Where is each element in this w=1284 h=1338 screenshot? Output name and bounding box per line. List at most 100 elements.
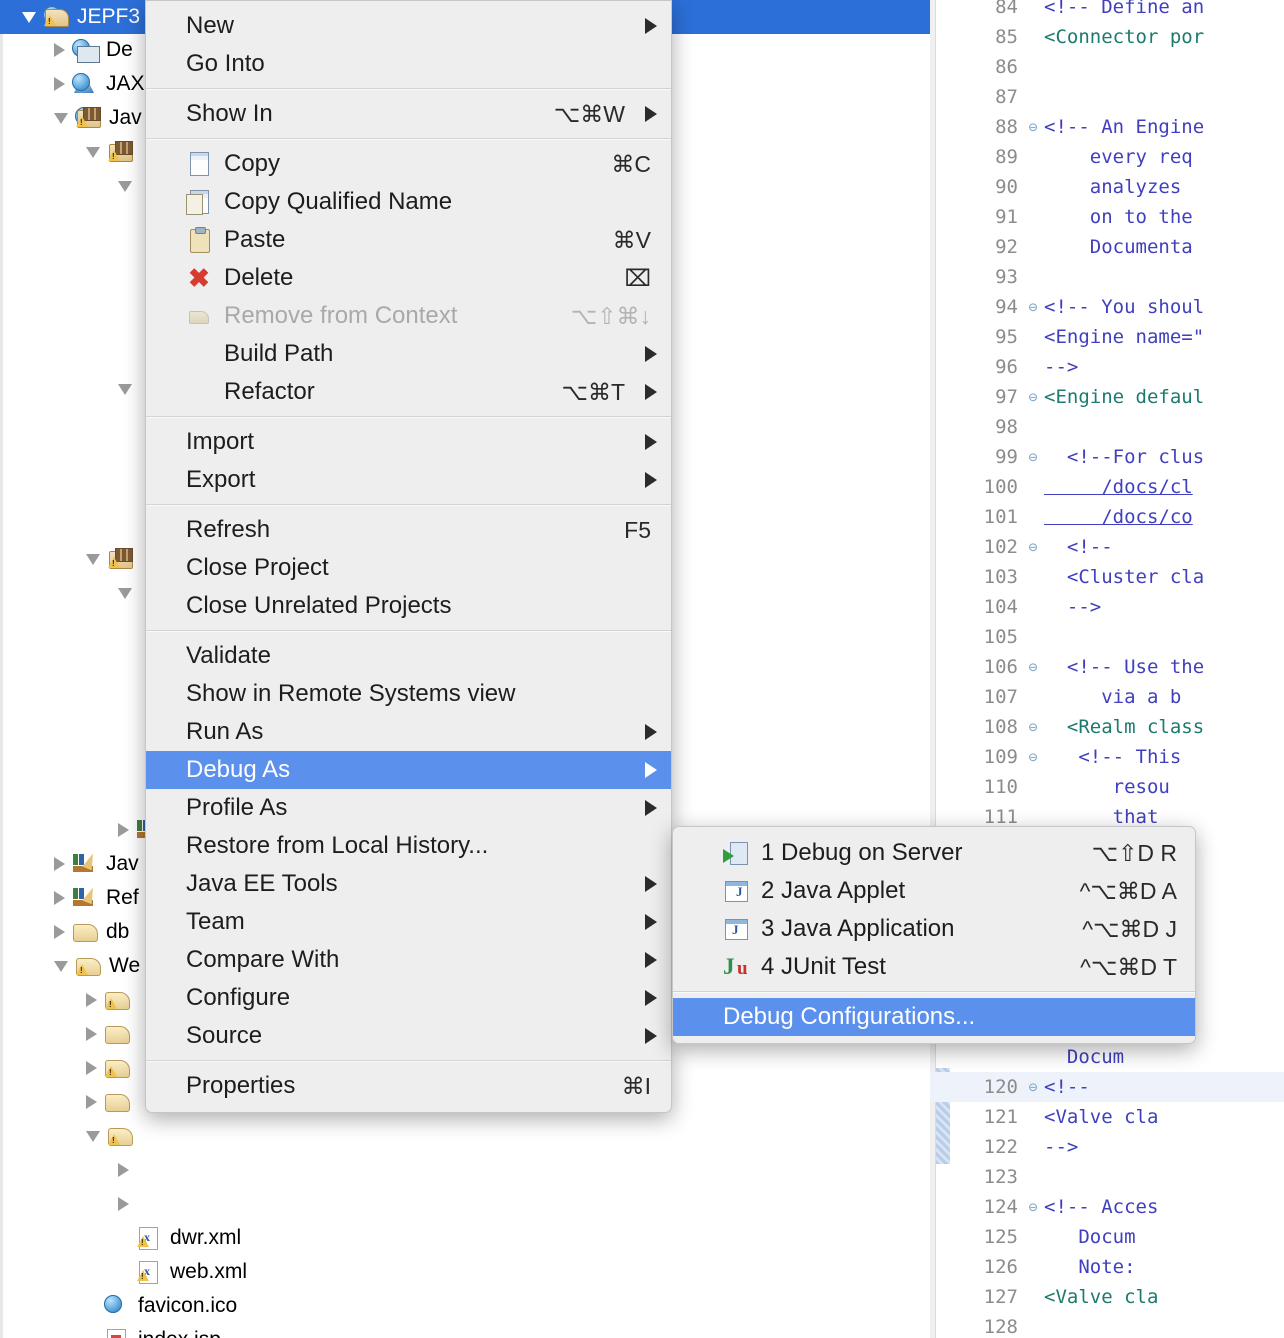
fold-collapse-icon[interactable]: ⊖ [1022,118,1044,136]
code-line[interactable]: 126 Note: [930,1252,1284,1282]
tree-item[interactable] [0,1187,930,1221]
tree-item[interactable]: web.xml [0,1255,930,1289]
code-line[interactable]: 93 [930,262,1284,292]
tree-item[interactable]: index.jsp [0,1323,930,1338]
expand-arrow-open-icon[interactable] [22,11,36,23]
menu-item-show-in-remote-systems-view[interactable]: Show in Remote Systems view [146,675,671,713]
code-line[interactable]: 123 [930,1162,1284,1192]
code-line[interactable]: 122 --> [930,1132,1284,1162]
menu-item-refactor[interactable]: Refactor ⌥⌘T [146,373,671,411]
expand-arrow-closed-icon[interactable] [54,43,65,57]
expand-arrow-closed-icon[interactable] [118,1163,129,1177]
expand-arrow-open-icon[interactable] [86,1130,100,1142]
expand-arrow-closed-icon[interactable] [118,1197,129,1211]
project-context-menu[interactable]: New Go Into Show In ⌥⌘W Copy ⌘C Copy Qualified… [145,0,672,1113]
code-line[interactable]: 85 <Connector por [930,22,1284,52]
fold-collapse-icon[interactable]: ⊖ [1022,718,1044,736]
code-line[interactable]: 84 <!-- Define an [930,0,1284,22]
menu-item-3-java-application[interactable]: 3 Java Application ^⌥⌘D J [673,910,1195,948]
menu-item-copy-qualified-name[interactable]: Copy Qualified Name [146,183,671,221]
code-line[interactable]: 120 ⊖ <!-- [930,1072,1284,1102]
menu-item-import[interactable]: Import [146,423,671,461]
expand-arrow-open-icon[interactable] [118,180,132,192]
code-line[interactable]: 104 --> [930,592,1284,622]
menu-item-2-java-applet[interactable]: 2 Java Applet ^⌥⌘D A [673,872,1195,910]
code-line[interactable]: 102 ⊖ <!-- [930,532,1284,562]
expand-arrow-open-icon[interactable] [86,553,100,565]
fold-collapse-icon[interactable]: ⊖ [1022,1198,1044,1216]
menu-item-validate[interactable]: Validate [146,637,671,675]
code-line[interactable]: 127 <Valve cla [930,1282,1284,1312]
tree-item[interactable] [0,1119,930,1153]
code-line[interactable]: 89 every req [930,142,1284,172]
fold-collapse-icon[interactable]: ⊖ [1022,448,1044,466]
code-line[interactable]: 96 --> [930,352,1284,382]
expand-arrow-closed-icon[interactable] [86,1061,97,1075]
code-line[interactable]: 107 via a b [930,682,1284,712]
menu-item-java-ee-tools[interactable]: Java EE Tools [146,865,671,903]
code-line[interactable]: 106 ⊖ <!-- Use the [930,652,1284,682]
tree-item[interactable] [0,1153,930,1187]
menu-item-show-in[interactable]: Show In ⌥⌘W [146,95,671,133]
code-line[interactable]: 90 analyzes [930,172,1284,202]
expand-arrow-closed-icon[interactable] [118,823,129,837]
menu-item-copy[interactable]: Copy ⌘C [146,145,671,183]
code-line[interactable]: 103 <Cluster cla [930,562,1284,592]
code-line[interactable]: 97 ⊖ <Engine defaul [930,382,1284,412]
menu-item-restore-from-local-history[interactable]: Restore from Local History... [146,827,671,865]
debug-as-submenu[interactable]: 1 Debug on Server ⌥⇧D R 2 Java Applet ^⌥⌘D … [672,826,1196,1044]
xml-code-editor[interactable]: 84 <!-- Define an 85 <Connector por 86 87 88 ⊖ <… [930,0,1284,1338]
code-line[interactable]: 124 ⊖ <!-- Acces [930,1192,1284,1222]
menu-item-close-unrelated-projects[interactable]: Close Unrelated Projects [146,587,671,625]
menu-item-delete[interactable]: ✖ Delete ⌧ [146,259,671,297]
expand-arrow-open-icon[interactable] [86,146,100,158]
fold-collapse-icon[interactable]: ⊖ [1022,538,1044,556]
code-line[interactable]: 128 [930,1312,1284,1338]
menu-item-team[interactable]: Team [146,903,671,941]
menu-item-go-into[interactable]: Go Into [146,45,671,83]
expand-arrow-closed-icon[interactable] [54,77,65,91]
menu-item-run-as[interactable]: Run As [146,713,671,751]
menu-item-4-junit-test[interactable]: 4 JUnit Test ^⌥⌘D T [673,948,1195,986]
menu-item-debug-configurations[interactable]: Debug Configurations... [673,998,1195,1036]
menu-item-paste[interactable]: Paste ⌘V [146,221,671,259]
menu-item-debug-as[interactable]: Debug As [146,751,671,789]
menu-item-close-project[interactable]: Close Project [146,549,671,587]
fold-collapse-icon[interactable]: ⊖ [1022,298,1044,316]
code-line[interactable]: Docum [930,1042,1284,1072]
menu-item-configure[interactable]: Configure [146,979,671,1017]
tree-item[interactable]: favicon.ico [0,1289,930,1323]
code-line[interactable]: 100 /docs/cl [930,472,1284,502]
code-line[interactable]: 101 /docs/co [930,502,1284,532]
expand-arrow-closed-icon[interactable] [86,993,97,1007]
fold-collapse-icon[interactable]: ⊖ [1022,658,1044,676]
code-line[interactable]: 105 [930,622,1284,652]
code-line[interactable]: 125 Docum [930,1222,1284,1252]
menu-item-export[interactable]: Export [146,461,671,499]
fold-collapse-icon[interactable]: ⊖ [1022,748,1044,766]
code-line[interactable]: 99 ⊖ <!--For clus [930,442,1284,472]
menu-item-new[interactable]: New [146,7,671,45]
fold-collapse-icon[interactable]: ⊖ [1022,1078,1044,1096]
code-line[interactable]: 95 <Engine name=" [930,322,1284,352]
code-line[interactable]: 92 Documenta [930,232,1284,262]
expand-arrow-closed-icon[interactable] [54,857,65,871]
code-line[interactable]: 86 [930,52,1284,82]
expand-arrow-open-icon[interactable] [118,587,132,599]
expand-arrow-closed-icon[interactable] [86,1027,97,1041]
menu-item-build-path[interactable]: Build Path [146,335,671,373]
code-line[interactable]: 109 ⊖ <!-- This [930,742,1284,772]
code-line[interactable]: 94 ⊖ <!-- You shoul [930,292,1284,322]
expand-arrow-closed-icon[interactable] [54,891,65,905]
menu-item-refresh[interactable]: Refresh F5 [146,511,671,549]
fold-collapse-icon[interactable]: ⊖ [1022,388,1044,406]
menu-item-properties[interactable]: Properties ⌘I [146,1067,671,1105]
expand-arrow-closed-icon[interactable] [86,1095,97,1109]
expand-arrow-open-icon[interactable] [54,112,68,124]
code-line[interactable]: 98 [930,412,1284,442]
expand-arrow-open-icon[interactable] [118,383,132,395]
menu-item-source[interactable]: Source [146,1017,671,1055]
expand-arrow-open-icon[interactable] [54,960,68,972]
tree-item[interactable]: dwr.xml [0,1221,930,1255]
code-line[interactable]: 91 on to the [930,202,1284,232]
